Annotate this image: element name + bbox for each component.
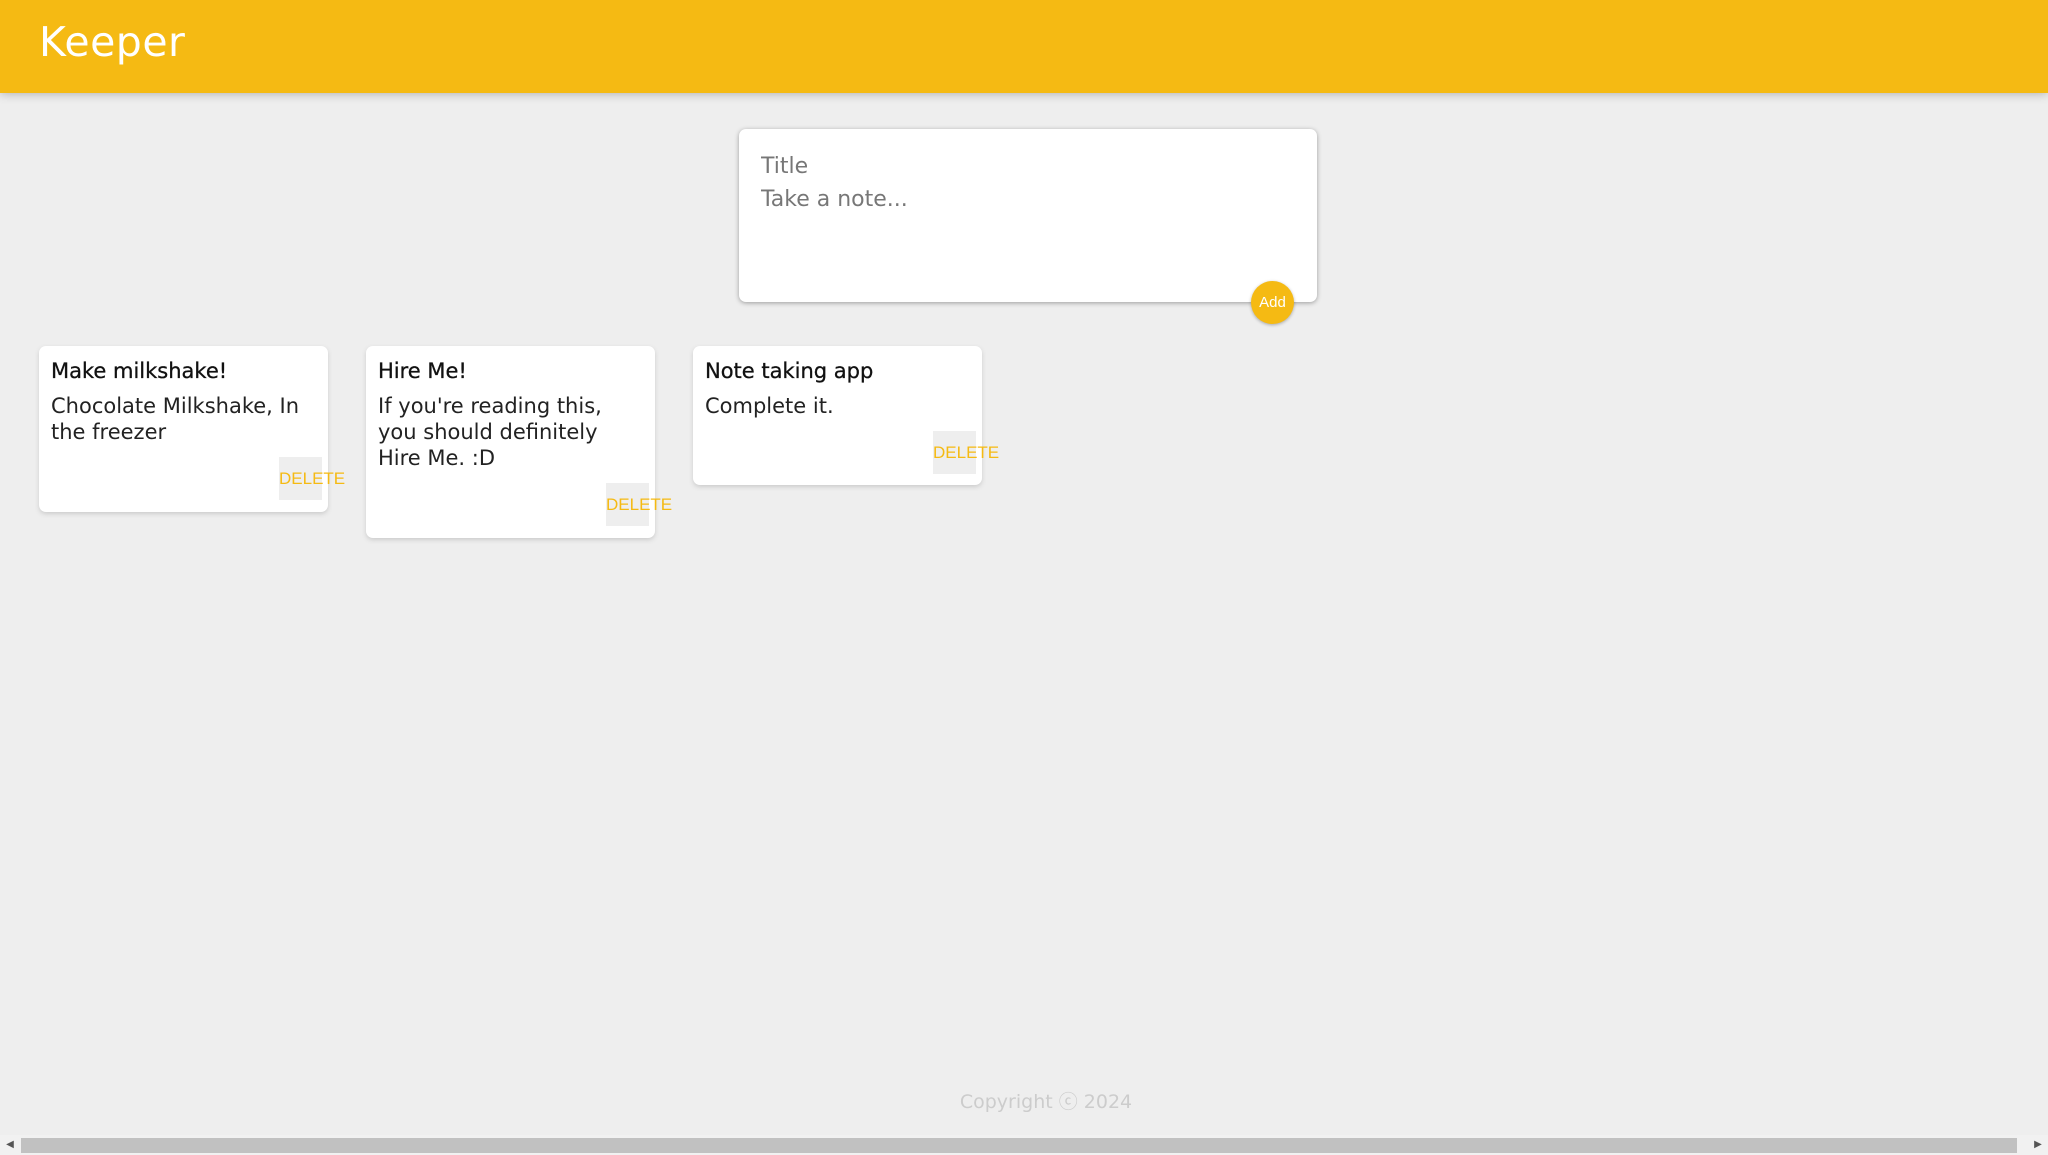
- scroll-right-arrow-icon[interactable]: ▶: [2028, 1135, 2048, 1155]
- horizontal-scrollbar[interactable]: ◀ ▶: [0, 1135, 2048, 1155]
- note-title-input[interactable]: [761, 151, 1281, 181]
- note-title: Make milkshake!: [51, 359, 228, 383]
- scrollbar-thumb[interactable]: [21, 1138, 2017, 1153]
- app-title: Keeper: [39, 18, 186, 66]
- delete-note-button[interactable]: DELETE: [279, 457, 345, 501]
- add-note-button[interactable]: Add: [1251, 281, 1294, 324]
- delete-note-button[interactable]: DELETE: [933, 431, 999, 475]
- delete-note-button[interactable]: DELETE: [606, 483, 672, 527]
- note-title: Note taking app: [705, 359, 874, 383]
- copyright-text: Copyright ⓒ 2024: [959, 1091, 1133, 1113]
- note-content: Complete it.: [705, 394, 834, 419]
- note-content: Chocolate Milkshake, In the freezer: [51, 394, 306, 445]
- app-header: Keeper: [0, 0, 2048, 93]
- note-title: Hire Me!: [378, 359, 467, 383]
- note-card: Note taking app Complete it. DELETE: [693, 346, 999, 485]
- note-composer: [739, 129, 1317, 302]
- note-card: Hire Me! If you're reading this, you sho…: [366, 346, 672, 538]
- note-card: Make milkshake! Chocolate Milkshake, In …: [39, 346, 345, 512]
- note-content-input[interactable]: [761, 187, 1281, 257]
- page-footer: Copyright ⓒ 2024: [0, 1087, 2048, 1114]
- note-content: If you're reading this, you should defin…: [378, 394, 609, 471]
- scroll-left-arrow-icon[interactable]: ◀: [0, 1135, 20, 1155]
